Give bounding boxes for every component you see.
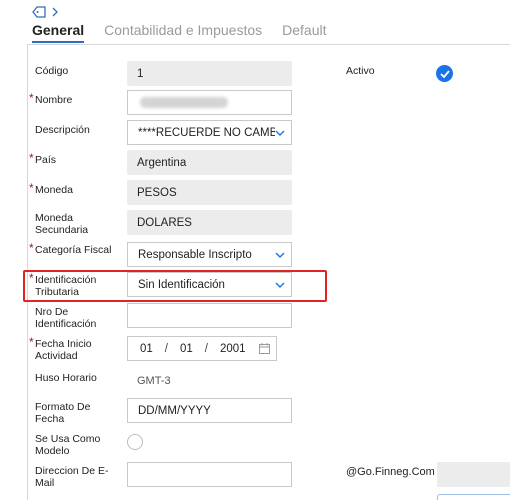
moneda-label: * Moneda xyxy=(29,181,73,196)
formato-fecha-label: Formato De Fecha xyxy=(35,401,91,425)
descripcion-select[interactable]: ****RECUERDE NO CAMB xyxy=(127,120,292,145)
tab-bar: General Contabilidad e Impuestos Default xyxy=(32,22,347,43)
direccion-email-label: Direccion De E-Mail xyxy=(35,465,109,489)
moneda-secundaria-field: DOLARES xyxy=(127,210,292,235)
nombre-blurred-value xyxy=(140,97,228,108)
moneda-secundaria-label: Moneda Secundaria xyxy=(35,212,89,236)
categoria-fiscal-select[interactable]: Responsable Inscripto xyxy=(127,242,292,267)
required-marker: * xyxy=(29,181,34,195)
huso-horario-label: Huso Horario xyxy=(35,372,97,384)
tab-default[interactable]: Default xyxy=(282,22,326,43)
tab-contabilidad-impuestos[interactable]: Contabilidad e Impuestos xyxy=(104,22,262,43)
top-toolbar xyxy=(32,4,58,20)
date-day[interactable]: 01 xyxy=(140,343,153,355)
pais-label: * País xyxy=(29,151,57,166)
email-domain-label: @Go.Finneg.Com xyxy=(346,466,435,478)
activo-label: Activo xyxy=(346,65,375,77)
formato-fecha-input[interactable]: DD/MM/YYYY xyxy=(127,398,292,423)
chevron-down-icon xyxy=(275,252,285,258)
highlight-box xyxy=(23,270,327,302)
huso-horario-value: GMT-3 xyxy=(137,375,171,387)
nombre-label: * Nombre xyxy=(29,91,73,106)
required-marker: * xyxy=(29,91,34,105)
right-readonly-field xyxy=(437,462,510,487)
required-marker: * xyxy=(29,335,34,349)
tab-general[interactable]: General xyxy=(32,22,85,43)
tab-divider xyxy=(27,44,510,45)
moneda-field: PESOS xyxy=(127,180,292,205)
right-partial-button[interactable] xyxy=(437,494,510,500)
nro-identificacion-input[interactable] xyxy=(127,303,292,328)
tag-icon[interactable] xyxy=(32,6,46,18)
descripcion-value: ****RECUERDE NO CAMB xyxy=(138,126,275,139)
chevron-down-icon xyxy=(275,130,285,136)
usa-modelo-toggle[interactable] xyxy=(127,434,143,450)
categoria-fiscal-label: * Categoría Fiscal xyxy=(29,241,112,256)
required-marker: * xyxy=(29,151,34,165)
direccion-email-input[interactable] xyxy=(127,462,292,487)
date-year[interactable]: 2001 xyxy=(220,343,246,355)
date-month[interactable]: 01 xyxy=(180,343,193,355)
calendar-icon[interactable] xyxy=(259,343,270,354)
pais-field: Argentina xyxy=(127,150,292,175)
categoria-fiscal-value: Responsable Inscripto xyxy=(138,248,252,261)
nombre-input[interactable] xyxy=(127,90,292,115)
codigo-field: 1 xyxy=(127,61,292,86)
fecha-inicio-label: * Fecha Inicio Actividad xyxy=(29,335,92,362)
nro-identificacion-label: Nro De Identificación xyxy=(35,306,97,330)
usa-modelo-label: Se Usa Como Modelo xyxy=(35,433,101,457)
codigo-label: Código xyxy=(35,65,69,77)
activo-checkbox[interactable] xyxy=(436,65,453,82)
fecha-inicio-date-input[interactable]: 01 / 01 / 2001 xyxy=(127,336,277,361)
chevron-right-icon[interactable] xyxy=(52,7,58,17)
descripcion-label: Descripción xyxy=(35,124,90,136)
required-marker: * xyxy=(29,241,34,255)
checkmark-icon xyxy=(439,69,450,78)
